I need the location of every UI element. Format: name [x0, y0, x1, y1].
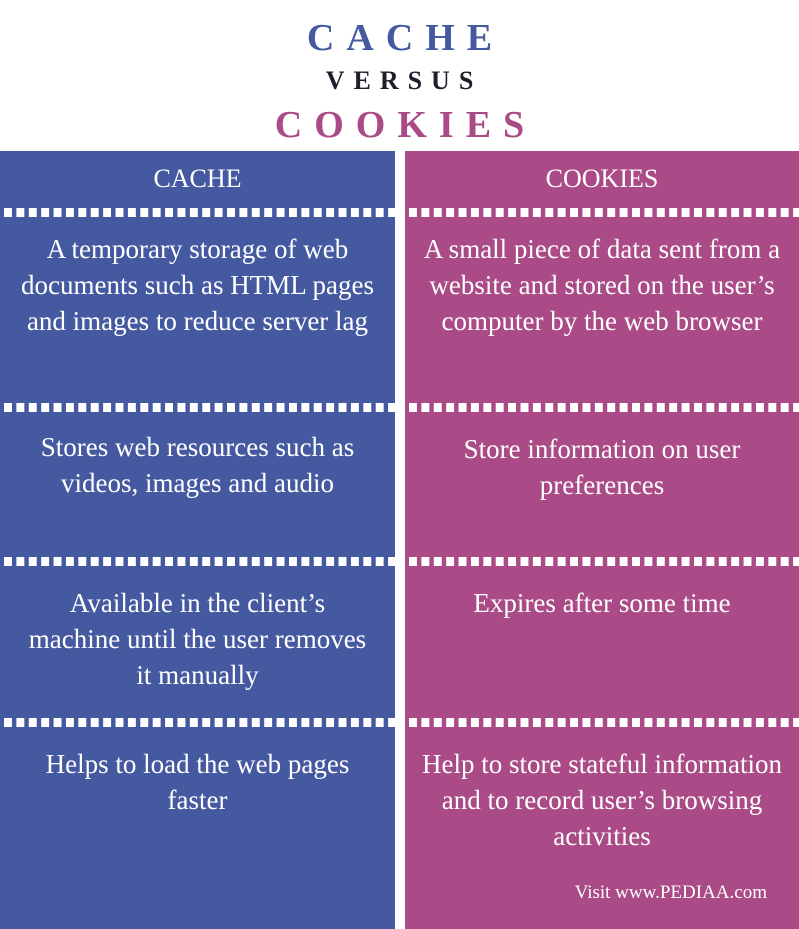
- cache-header: CACHE: [153, 164, 242, 193]
- title-cookies: COOKIES: [274, 104, 537, 146]
- dotted-divider: [0, 403, 395, 412]
- dotted-divider: [405, 557, 799, 566]
- cache-column: CACHE A temporary storage of web documen…: [0, 151, 395, 929]
- cache-row-definition: A temporary storage of web documents suc…: [21, 234, 374, 336]
- cache-row-availability: Available in the client’s machine until …: [28, 588, 367, 690]
- title-versus: VERSUS: [325, 66, 483, 95]
- dotted-divider: [0, 557, 395, 566]
- title-cache: CACHE: [306, 17, 505, 59]
- cookies-row-definition: A small piece of data sent from a websit…: [423, 234, 781, 336]
- pediaa-credit: Visit www.PEDIAA.com: [574, 882, 767, 903]
- dotted-divider: [405, 718, 799, 727]
- dotted-divider: [405, 208, 799, 217]
- cookies-row-stores: Store information on user preferences: [463, 434, 741, 500]
- cookies-header: COOKIES: [545, 164, 659, 193]
- cache-row-function: Helps to load the web pages faster: [45, 749, 350, 815]
- cookies-column: COOKIES A small piece of data sent from …: [405, 151, 799, 929]
- cookies-row-expiry: Expires after some time: [473, 588, 731, 618]
- dotted-divider: [405, 403, 799, 412]
- dotted-divider: [0, 718, 395, 727]
- cookies-row-function: Help to store stateful information and t…: [422, 749, 782, 851]
- dotted-divider: [0, 208, 395, 217]
- cache-row-stores: Stores web resources such as videos, ima…: [40, 432, 355, 498]
